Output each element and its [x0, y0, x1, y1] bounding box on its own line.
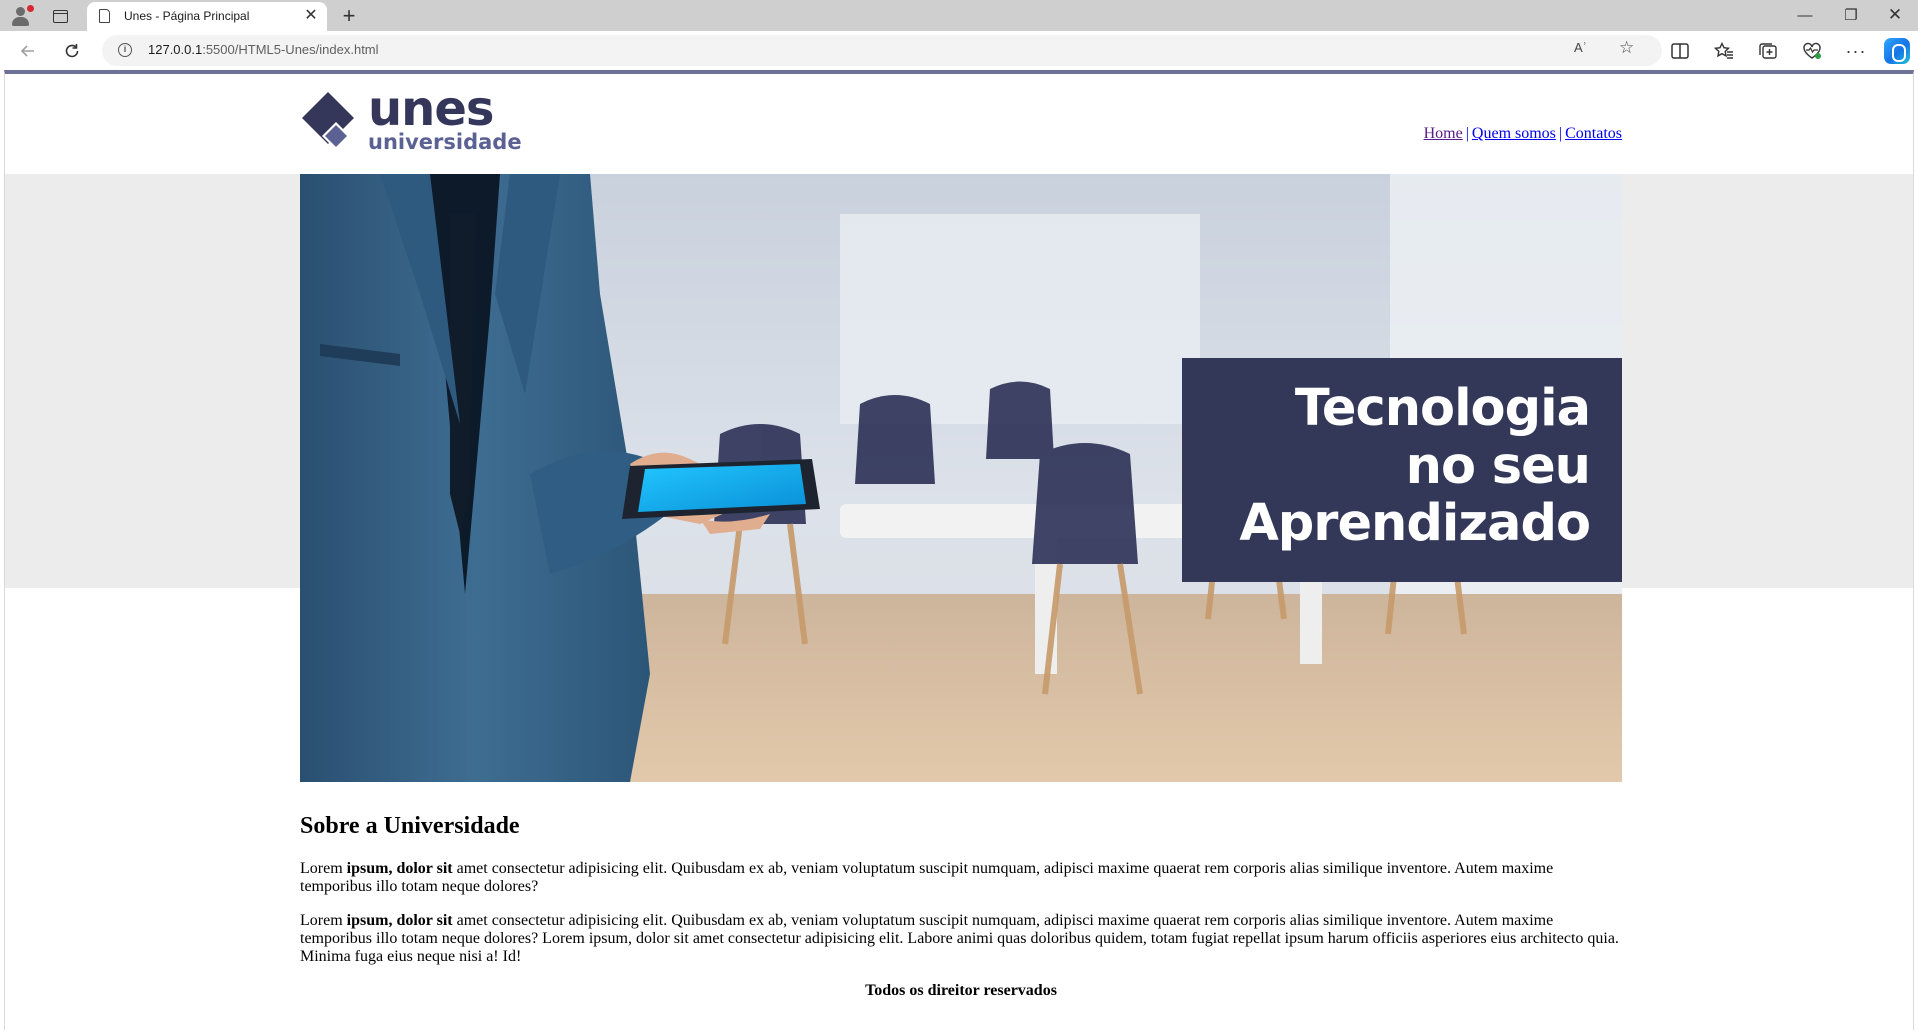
banner-line-3: Aprendizado — [1239, 494, 1591, 553]
close-window-button[interactable]: ✕ — [1880, 4, 1910, 26]
more-icon[interactable]: ··· — [1844, 39, 1868, 63]
banner-line-1: Tecnologia — [1294, 379, 1591, 438]
browser-tab-active[interactable]: Unes - Página Principal ✕ — [87, 2, 327, 31]
reload-icon[interactable] — [58, 37, 86, 65]
profile-icon[interactable] — [10, 5, 34, 27]
page-viewport: unes universidade Home | Quem somos | Contat… — [4, 70, 1914, 1030]
nav-link-quem-somos[interactable]: Quem somos — [1472, 125, 1556, 142]
banner-headline-box: Tecnologia no seu Aprendizado — [1182, 358, 1622, 582]
read-aloud-icon[interactable]: Aʾ — [1574, 40, 1587, 55]
tab-title: Unes - Página Principal — [124, 9, 250, 23]
nav-link-home[interactable]: Home — [1424, 125, 1463, 142]
back-icon[interactable] — [14, 37, 42, 65]
about-paragraph-2: Lorem ipsum, dolor sit amet consectetur … — [300, 912, 1619, 965]
logo-word: unes — [368, 81, 494, 137]
nav-link-contatos[interactable]: Contatos — [1565, 125, 1622, 142]
about-heading: Sobre a Universidade — [300, 813, 520, 839]
browser-toolbar: i 127.0.0.1:5500/HTML5-Unes/index.html A… — [0, 31, 1918, 70]
favorite-star-icon[interactable]: ☆ — [1619, 38, 1634, 58]
restore-button[interactable]: ❐ — [1836, 4, 1866, 26]
minimize-button[interactable]: — — [1790, 4, 1820, 26]
footer-text: Todos os direitor reservados — [865, 982, 1057, 999]
tab-actions-icon[interactable] — [50, 6, 70, 26]
split-screen-icon[interactable] — [1668, 39, 1692, 63]
collections-icon[interactable] — [1756, 39, 1780, 63]
page-icon — [99, 9, 110, 23]
about-paragraph-1: Lorem ipsum, dolor sit amet consectetur … — [300, 860, 1554, 895]
new-tab-button[interactable]: + — [338, 5, 360, 27]
hero-banner-image: Tecnologia no seu Aprendizado — [300, 174, 1622, 782]
nav-separator: | — [1465, 125, 1469, 142]
main-nav: Home | Quem somos | Contatos — [1424, 125, 1622, 143]
banner-line-2: no seu — [1405, 437, 1591, 496]
about-section: Sobre a Universidade Lorem ipsum, dolor … — [300, 812, 1622, 982]
address-bar[interactable]: i 127.0.0.1:5500/HTML5-Unes/index.html A… — [102, 35, 1662, 66]
info-icon[interactable]: i — [118, 43, 132, 57]
favorites-icon[interactable] — [1712, 39, 1736, 63]
logo-subtitle: universidade — [368, 130, 522, 154]
browser-essentials-icon[interactable] — [1800, 39, 1824, 63]
nav-separator: | — [1558, 125, 1563, 142]
unes-logo[interactable]: unes universidade — [300, 82, 522, 164]
copilot-icon[interactable] — [1884, 38, 1910, 64]
logo-diamond-icon — [302, 92, 354, 150]
site-header: unes universidade Home | Quem somos | Contat… — [300, 82, 1622, 172]
url-text[interactable]: 127.0.0.1:5500/HTML5-Unes/index.html — [148, 42, 379, 57]
tab-close-icon[interactable]: ✕ — [301, 6, 321, 26]
browser-tab-strip: Unes - Página Principal ✕ + — ❐ ✕ — [0, 0, 1918, 31]
